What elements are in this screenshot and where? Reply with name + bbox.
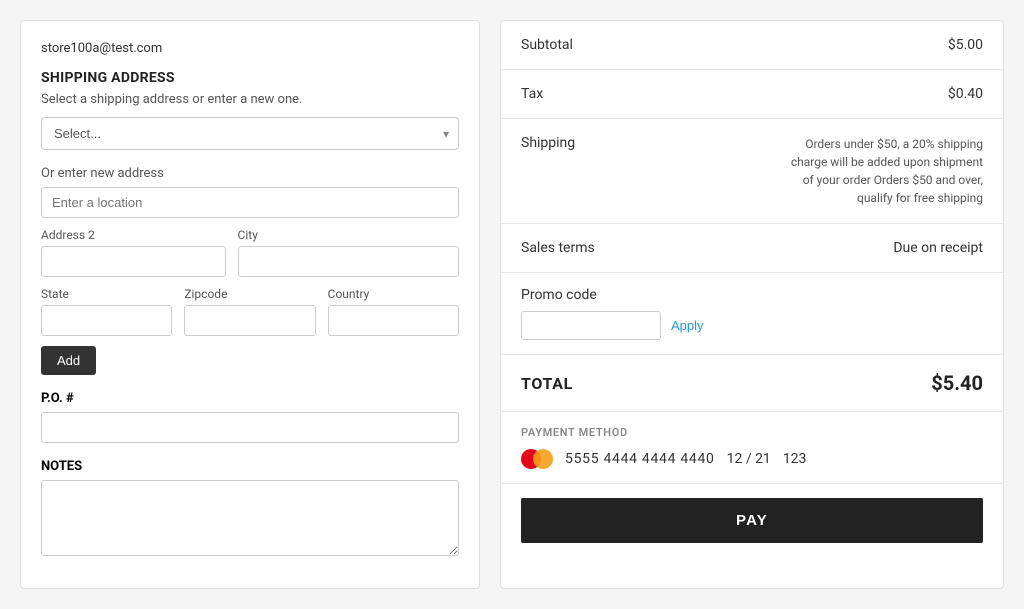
mastercard-icon [521, 449, 553, 469]
country-label: Country [328, 287, 459, 301]
country-group: Country [328, 287, 459, 336]
payment-label: PAYMENT METHOD [521, 426, 983, 439]
user-email: store100a@test.com [41, 41, 459, 56]
city-group: City [238, 228, 459, 277]
po-section: P.O. # [41, 391, 459, 443]
zipcode-group: Zipcode [184, 287, 315, 336]
address2-label: Address 2 [41, 228, 226, 242]
city-label: City [238, 228, 459, 242]
subtotal-value: $5.00 [948, 37, 983, 53]
card-expiry: 12 / 21 [727, 451, 771, 467]
card-cvv: 123 [783, 451, 807, 467]
order-summary: Subtotal $5.00 Tax $0.40 Shipping Orders… [501, 21, 1003, 557]
total-row: TOTAL $5.40 [501, 355, 1003, 412]
tax-label: Tax [521, 86, 543, 102]
pay-button-container: PAY [501, 484, 1003, 557]
po-label: P.O. # [41, 391, 459, 406]
tax-row: Tax $0.40 [501, 70, 1003, 119]
shipping-row: Shipping Orders under $50, a 20% shippin… [501, 119, 1003, 224]
card-row: 5555 4444 4444 4440 12 / 21 123 [521, 449, 983, 469]
shipping-label: Shipping [521, 135, 575, 151]
apply-button[interactable]: Apply [671, 318, 704, 333]
state-input[interactable] [41, 305, 172, 336]
mc-circle-right [533, 449, 553, 469]
right-panel: Subtotal $5.00 Tax $0.40 Shipping Orders… [500, 20, 1004, 589]
city-input[interactable] [238, 246, 459, 277]
left-panel: store100a@test.com SHIPPING ADDRESS Sele… [20, 20, 480, 589]
address-select-wrapper: Select... ▾ [41, 117, 459, 150]
promo-section: Promo code Apply [501, 273, 1003, 355]
or-text: Or enter new address [41, 166, 459, 181]
address2-group: Address 2 [41, 228, 226, 277]
zipcode-input[interactable] [184, 305, 315, 336]
address-row: Address 2 City [41, 228, 459, 277]
shipping-subtitle: Select a shipping address or enter a new… [41, 92, 459, 107]
zipcode-label: Zipcode [184, 287, 315, 301]
sales-terms-row: Sales terms Due on receipt [501, 224, 1003, 273]
total-value: $5.40 [931, 371, 983, 395]
po-input[interactable] [41, 412, 459, 443]
total-label: TOTAL [521, 374, 573, 393]
shipping-info: Orders under $50, a 20% shipping charge … [783, 135, 983, 207]
state-label: State [41, 287, 172, 301]
subtotal-label: Subtotal [521, 37, 573, 53]
state-zip-country-row: State Zipcode Country [41, 287, 459, 336]
shipping-title: SHIPPING ADDRESS [41, 70, 459, 86]
promo-input[interactable] [521, 311, 661, 340]
state-group: State [41, 287, 172, 336]
promo-input-row: Apply [521, 311, 983, 340]
address-select[interactable]: Select... [41, 117, 459, 150]
add-button[interactable]: Add [41, 346, 96, 375]
promo-label: Promo code [521, 287, 983, 303]
location-input[interactable] [41, 187, 459, 218]
notes-section: NOTES [41, 459, 459, 560]
sales-terms-label: Sales terms [521, 240, 595, 256]
pay-button[interactable]: PAY [521, 498, 983, 543]
subtotal-row: Subtotal $5.00 [501, 21, 1003, 70]
card-number: 5555 4444 4444 4440 [565, 451, 715, 467]
country-input[interactable] [328, 305, 459, 336]
payment-section: PAYMENT METHOD 5555 4444 4444 4440 12 / … [501, 412, 1003, 484]
notes-label: NOTES [41, 459, 459, 474]
address2-input[interactable] [41, 246, 226, 277]
tax-value: $0.40 [948, 86, 983, 102]
sales-terms-value: Due on receipt [893, 240, 983, 256]
notes-textarea[interactable] [41, 480, 459, 556]
